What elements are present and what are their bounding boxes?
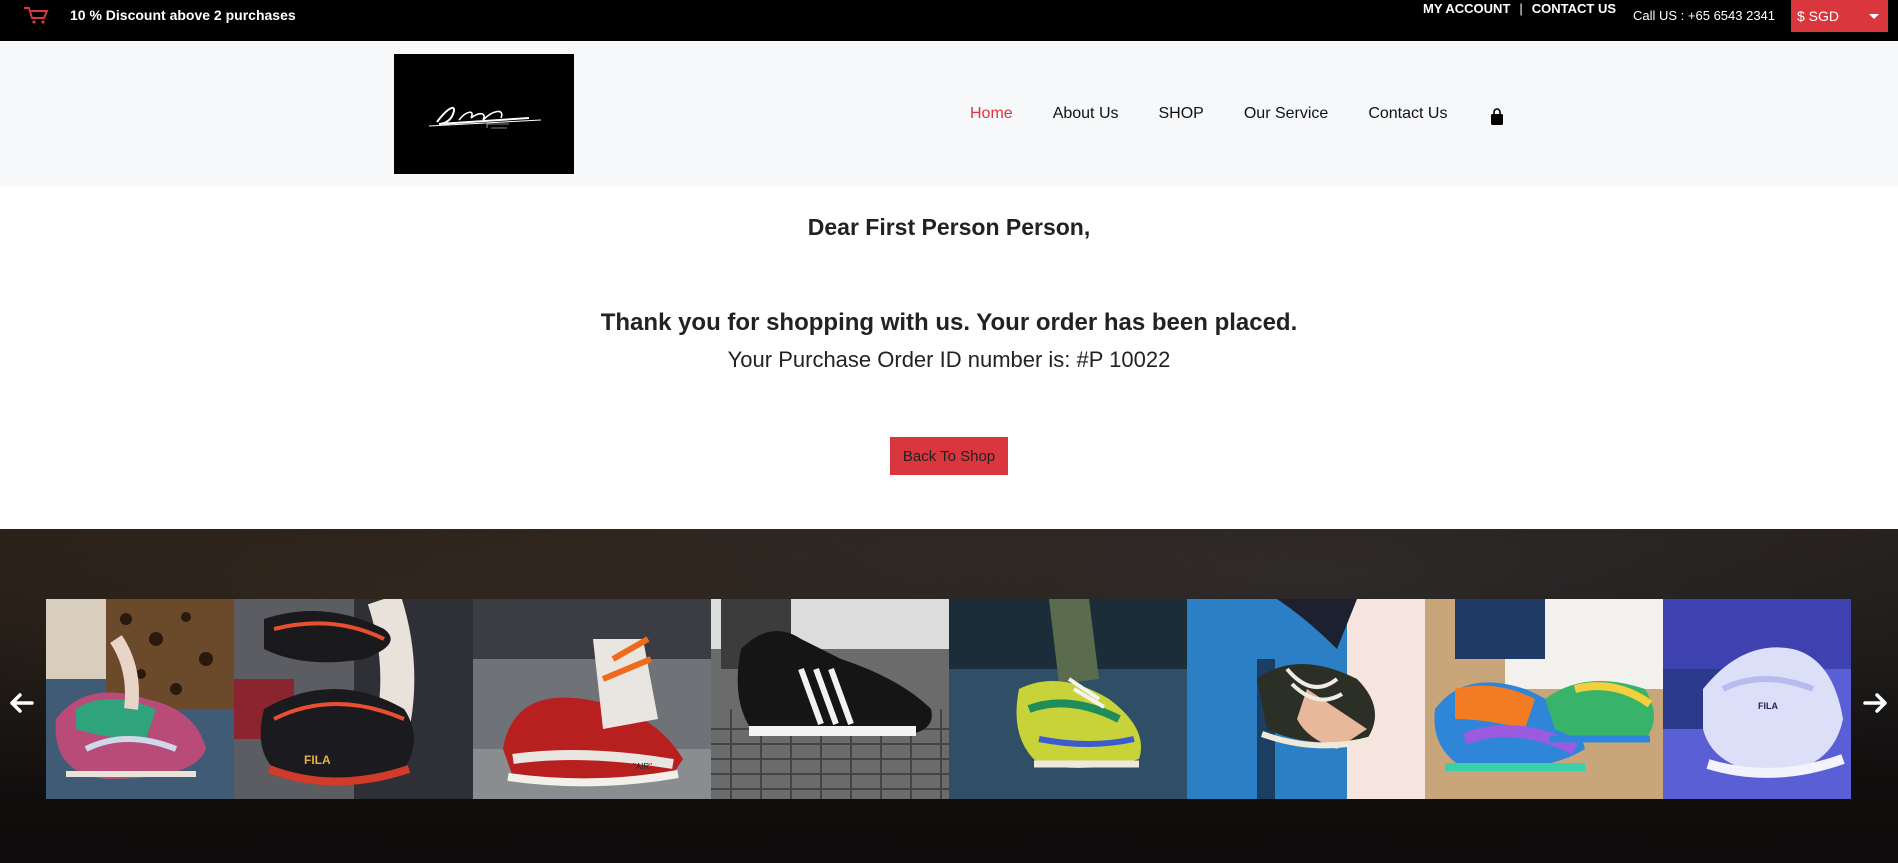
currency-value: $ SGD	[1797, 8, 1840, 24]
limited-edition-logo-icon	[428, 106, 542, 129]
cart-icon	[24, 7, 49, 24]
call-number: Call US : +65 6543 2341	[1633, 7, 1776, 23]
sneaker-photo-3[interactable]: "AIR"	[473, 599, 711, 799]
back-to-shop-button[interactable]: Back To Shop	[890, 437, 1008, 475]
sneaker-photo-5[interactable]	[949, 599, 1187, 799]
svg-text:"AIR": "AIR"	[633, 762, 652, 771]
sneaker-photo-1[interactable]	[46, 599, 234, 799]
nav-about-us[interactable]: About Us	[1053, 105, 1119, 123]
promo-text: 10 % Discount above 2 purchases	[70, 7, 296, 23]
top-bar: 10 % Discount above 2 purchases MY ACCOU…	[0, 0, 1898, 41]
top-links: MY ACCOUNT | CONTACT US	[1423, 0, 1616, 16]
chevron-down-icon	[1869, 13, 1879, 19]
currency-select[interactable]: $ SGD	[1791, 0, 1888, 32]
order-confirmation: Dear First Person Person, Thank you for …	[0, 187, 1898, 529]
my-account-link[interactable]: MY ACCOUNT	[1423, 1, 1510, 16]
nav-shop[interactable]: SHOP	[1159, 105, 1204, 123]
sneaker-gallery: FILA "AIR" FILA	[0, 529, 1898, 863]
svg-text:FILA: FILA	[304, 753, 331, 767]
nav-home[interactable]: Home	[970, 105, 1013, 123]
greeting-heading: Dear First Person Person,	[807, 214, 1091, 240]
top-links-separator: |	[1519, 0, 1523, 16]
sneaker-photo-8[interactable]: FILA	[1663, 599, 1851, 799]
main-nav: Home About Us SHOP Our Service Contact U…	[970, 41, 1487, 187]
thank-you-message: Thank you for shopping with us. Your ord…	[600, 309, 1298, 336]
shopping-bag-icon[interactable]	[1489, 108, 1505, 126]
site-header: Home About Us SHOP Our Service Contact U…	[0, 41, 1898, 187]
arrow-left-icon[interactable]	[6, 688, 36, 718]
sneaker-photo-4[interactable]	[711, 599, 949, 799]
svg-text:FILA: FILA	[1758, 701, 1778, 711]
site-logo[interactable]	[394, 54, 574, 174]
nav-contact-us[interactable]: Contact Us	[1368, 105, 1447, 123]
arrow-right-icon[interactable]	[1861, 688, 1891, 718]
contact-us-top-link[interactable]: CONTACT US	[1532, 1, 1616, 16]
nav-our-service[interactable]: Our Service	[1244, 105, 1328, 123]
sneaker-photo-6[interactable]	[1187, 599, 1425, 799]
gallery-strip: FILA "AIR" FILA	[46, 599, 1851, 799]
sneaker-photo-7[interactable]	[1425, 599, 1663, 799]
promo-banner: 10 % Discount above 2 purchases	[22, 0, 296, 30]
sneaker-photo-2[interactable]: FILA	[234, 599, 473, 799]
purchase-order-id: Your Purchase Order ID number is: #P 100…	[727, 347, 1171, 372]
